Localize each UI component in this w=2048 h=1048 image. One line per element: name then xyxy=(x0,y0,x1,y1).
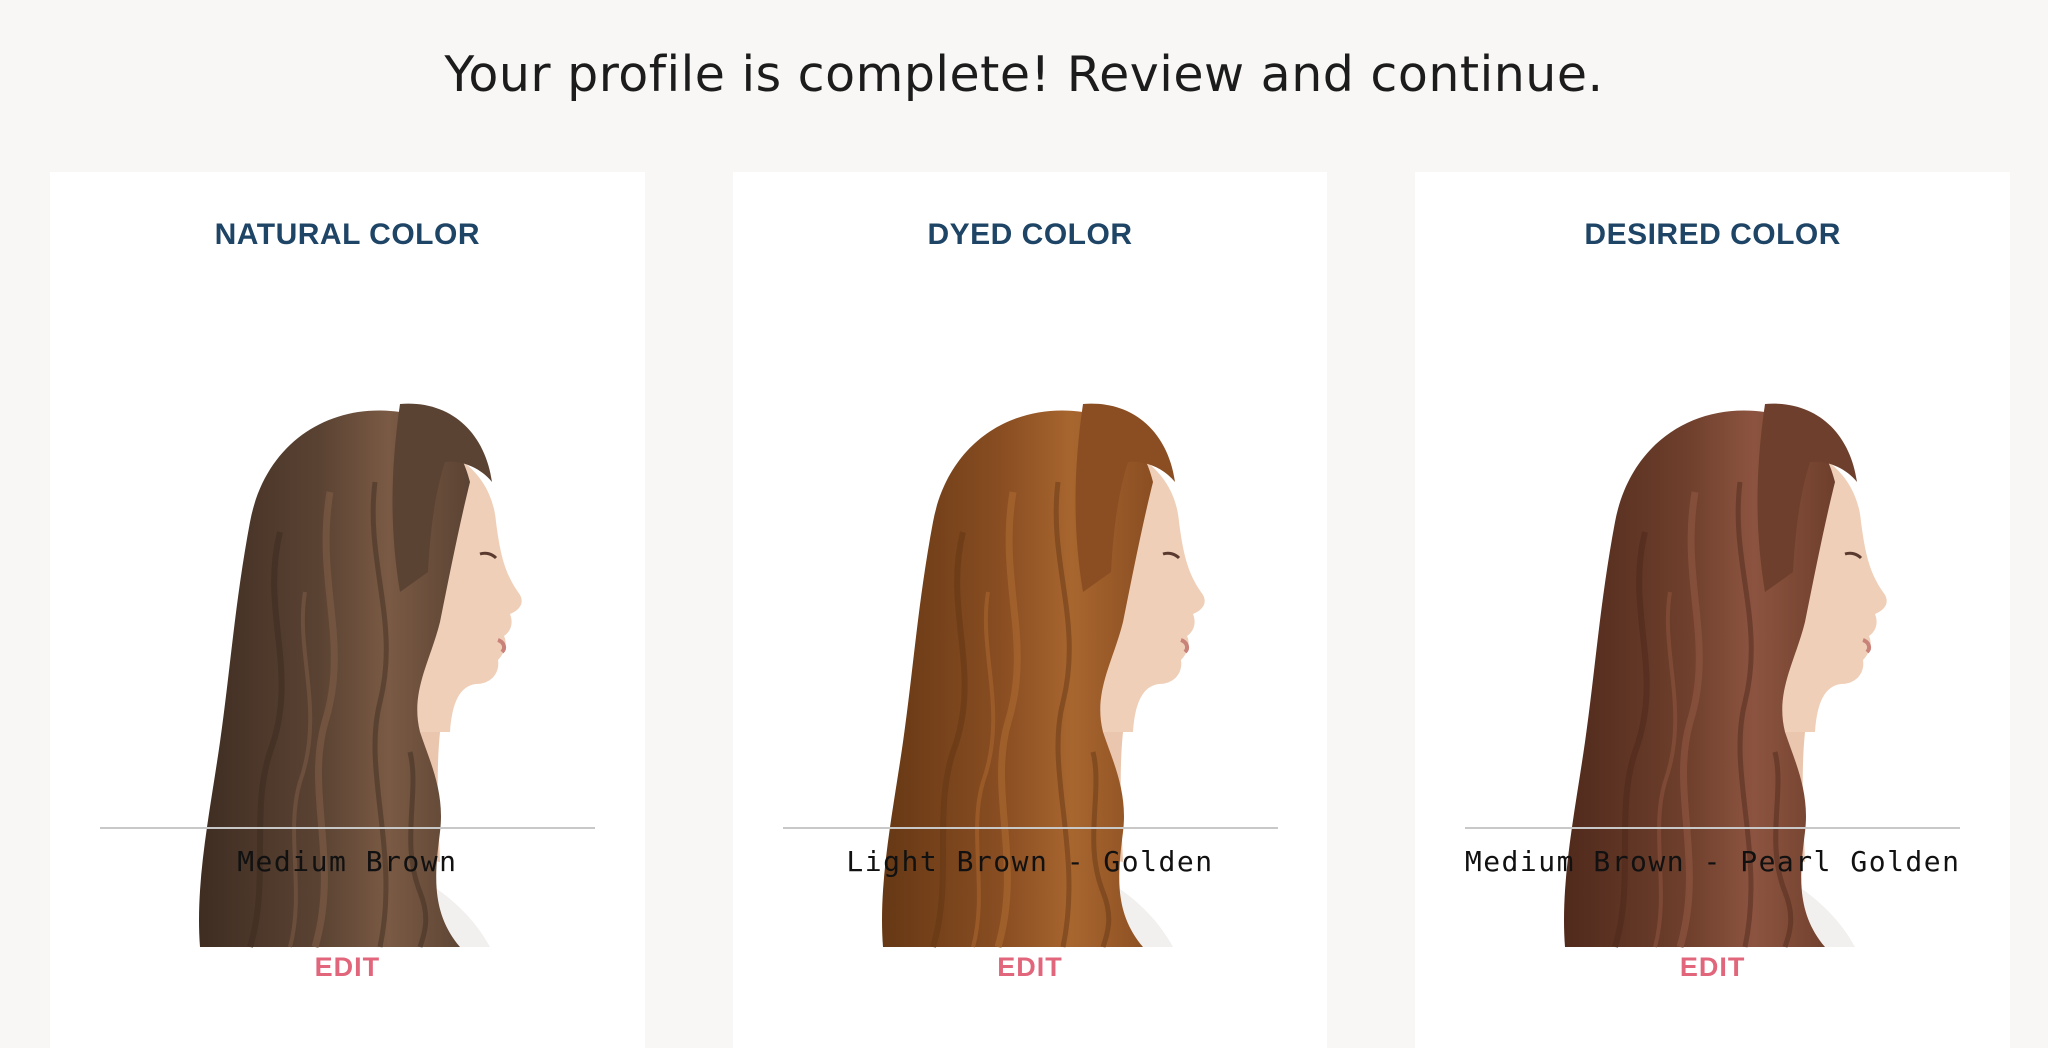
hair-portrait-image xyxy=(100,292,595,1000)
color-name: Medium Brown xyxy=(237,845,458,878)
edit-button[interactable]: EDIT xyxy=(733,954,1328,981)
color-name: Medium Brown - Pearl Golden xyxy=(1464,845,1961,878)
divider xyxy=(782,827,1278,829)
edit-button[interactable]: EDIT xyxy=(50,954,645,981)
edit-button[interactable]: EDIT xyxy=(1415,954,2010,981)
card-heading: NATURAL COLOR xyxy=(214,218,481,251)
hair-portrait-image xyxy=(1465,292,1960,1000)
divider xyxy=(100,827,595,829)
dyed-color-card: DYED COLOR Light Brown - Golden EDIT xyxy=(732,172,1328,1048)
natural-color-card: NATURAL COLOR Medium Brown EDIT xyxy=(50,172,645,1048)
card-heading: DYED COLOR xyxy=(927,218,1133,251)
divider xyxy=(1465,827,1961,829)
hair-portrait-image xyxy=(783,292,1278,1000)
color-cards: NATURAL COLOR Medium Brown EDIT DYED COL… xyxy=(50,172,2011,1048)
color-name: Light Brown - Golden xyxy=(846,845,1214,878)
page-title: Your profile is complete! Review and con… xyxy=(444,46,1604,103)
desired-color-card: DESIRED COLOR Medium Brown - Pearl Golde… xyxy=(1415,172,2011,1048)
card-heading: DESIRED COLOR xyxy=(1584,218,1841,251)
